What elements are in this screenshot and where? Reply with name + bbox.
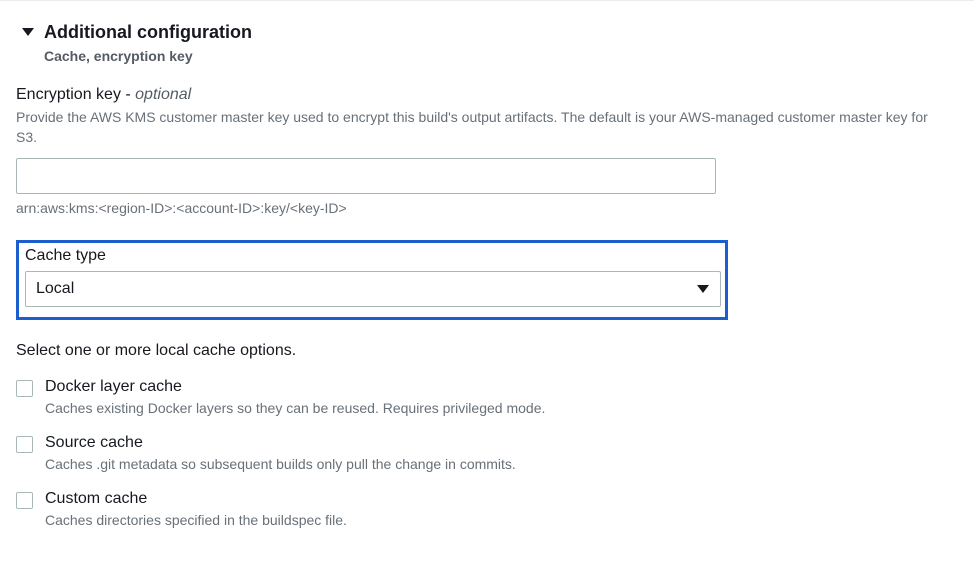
cache-type-highlight: Cache type Local (16, 240, 728, 320)
source-cache-title: Source cache (45, 434, 958, 452)
encryption-key-label-text: Encryption key - (16, 86, 135, 103)
cache-type-select[interactable]: Local (25, 271, 721, 307)
section-title: Additional configuration (44, 21, 252, 44)
docker-layer-cache-checkbox[interactable] (16, 380, 33, 397)
additional-config-toggle[interactable]: Additional configuration (16, 21, 958, 44)
encryption-key-description: Provide the AWS KMS customer master key … (16, 108, 936, 147)
encryption-key-input[interactable] (16, 158, 716, 194)
custom-cache-checkbox[interactable] (16, 492, 33, 509)
custom-cache-title: Custom cache (45, 490, 958, 508)
encryption-key-hint: arn:aws:kms:<region-ID>:<account-ID>:key… (16, 200, 958, 216)
custom-cache-row: Custom cache Caches directories specifie… (16, 490, 958, 528)
docker-layer-cache-title: Docker layer cache (45, 378, 958, 396)
caret-down-icon (22, 28, 34, 36)
source-cache-checkbox[interactable] (16, 436, 33, 453)
cache-type-selected-value: Local (36, 280, 74, 298)
local-cache-options-label: Select one or more local cache options. (16, 342, 958, 360)
source-cache-row: Source cache Caches .git metadata so sub… (16, 434, 958, 472)
docker-layer-cache-desc: Caches existing Docker layers so they ca… (45, 400, 958, 416)
source-cache-desc: Caches .git metadata so subsequent build… (45, 456, 958, 472)
custom-cache-desc: Caches directories specified in the buil… (45, 512, 958, 528)
cache-type-label: Cache type (25, 247, 719, 265)
docker-layer-cache-row: Docker layer cache Caches existing Docke… (16, 378, 958, 416)
encryption-key-group: Encryption key - optional Provide the AW… (16, 86, 958, 215)
encryption-key-label: Encryption key - optional (16, 86, 958, 104)
optional-tag: optional (135, 86, 191, 103)
section-subtitle: Cache, encryption key (44, 48, 958, 64)
